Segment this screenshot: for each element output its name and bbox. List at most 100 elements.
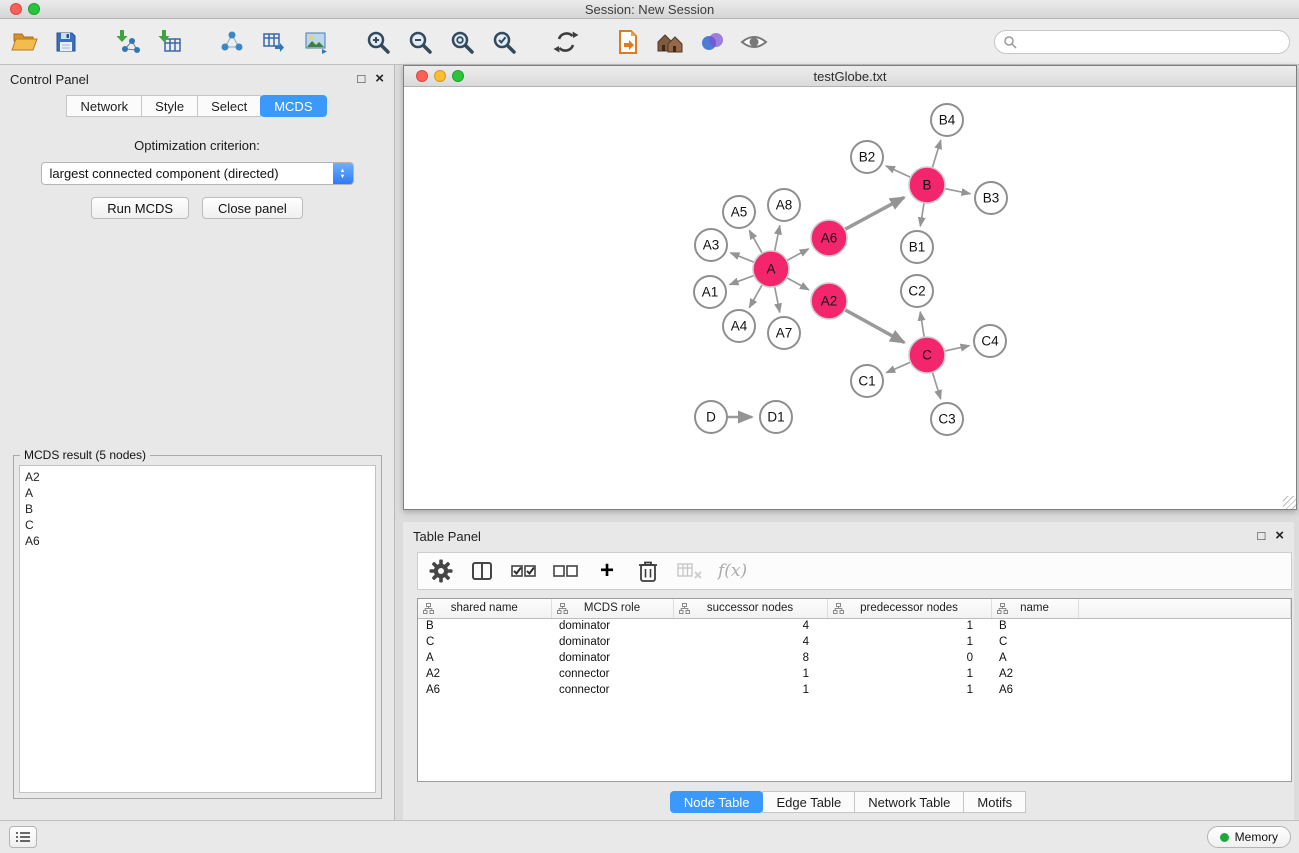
zoom-traffic-light[interactable] (28, 3, 40, 15)
graph-node-A[interactable]: A (753, 251, 789, 287)
function-builder-icon[interactable]: f(x) (718, 556, 747, 586)
graph-edge-A2-C[interactable] (845, 310, 904, 343)
table-cell[interactable]: dominator (551, 650, 673, 666)
mcds-result-item[interactable]: B (20, 501, 375, 517)
table-cell[interactable]: 4 (673, 618, 827, 634)
graph-node-B1[interactable]: B1 (901, 231, 933, 263)
graph-edge-B-B1[interactable] (920, 203, 924, 227)
table-cell[interactable]: 1 (827, 634, 991, 650)
save-icon[interactable] (48, 22, 84, 62)
mcds-result-item[interactable]: A6 (20, 533, 375, 549)
graph-node-A6[interactable]: A6 (811, 220, 847, 256)
table-cell[interactable]: dominator (551, 634, 673, 650)
graph-edge-B-B2[interactable] (886, 166, 911, 178)
graph-edge-C-C4[interactable] (945, 346, 970, 352)
table-cell[interactable]: 1 (827, 666, 991, 682)
table-cell[interactable]: A2 (418, 666, 551, 682)
table-cell[interactable]: connector (551, 682, 673, 698)
graph-edge-B-B3[interactable] (945, 189, 971, 194)
tab-motifs[interactable]: Motifs (963, 791, 1026, 813)
float-panel-icon[interactable]: □ (357, 73, 365, 85)
graph-node-C1[interactable]: C1 (851, 365, 883, 397)
search-field[interactable] (994, 30, 1290, 54)
close-panel-icon[interactable]: × (375, 73, 384, 85)
column-header-mcds-role[interactable]: MCDS role (551, 599, 673, 618)
export-network-icon[interactable] (214, 22, 250, 62)
zoom-selected-icon[interactable] (486, 22, 522, 62)
mcds-result-list[interactable]: A2ABCA6 (19, 465, 376, 793)
graph-node-A5[interactable]: A5 (723, 196, 755, 228)
tab-edge-table[interactable]: Edge Table (762, 791, 855, 813)
zoom-in-icon[interactable] (360, 22, 396, 62)
graph-node-C[interactable]: C (909, 337, 945, 373)
optimization-criterion-select[interactable]: largest connected component (directed) ▲… (41, 162, 354, 185)
document-export-icon[interactable] (610, 22, 646, 62)
table-cell[interactable]: connector (551, 666, 673, 682)
graph-edge-A-A7[interactable] (775, 287, 780, 313)
refresh-icon[interactable] (548, 22, 584, 62)
close-table-panel-icon[interactable]: × (1275, 530, 1284, 542)
table-row[interactable]: Bdominator41B (418, 618, 1291, 634)
table-cell[interactable]: C (418, 634, 551, 650)
graph-edge-A-A2[interactable] (787, 278, 809, 290)
column-header-predecessor-nodes[interactable]: predecessor nodes (827, 599, 991, 618)
graph-edge-C-C3[interactable] (932, 372, 940, 399)
export-image-icon[interactable] (298, 22, 334, 62)
table-cell[interactable]: A (418, 650, 551, 666)
tab-network-table[interactable]: Network Table (854, 791, 964, 813)
delete-column-icon[interactable] (635, 556, 661, 586)
network-minimize-traffic-light[interactable] (434, 70, 446, 82)
graph-node-A8[interactable]: A8 (768, 189, 800, 221)
graph-edge-A-A8[interactable] (775, 226, 780, 252)
delete-table-icon[interactable] (676, 556, 703, 586)
tab-node-table[interactable]: Node Table (670, 791, 764, 813)
import-table-icon[interactable] (152, 22, 188, 62)
overlap-circles-icon[interactable] (694, 22, 730, 62)
close-panel-button[interactable]: Close panel (202, 197, 303, 219)
mcds-result-item[interactable]: A (20, 485, 375, 501)
tab-style[interactable]: Style (141, 95, 198, 117)
graph-node-B4[interactable]: B4 (931, 104, 963, 136)
graph-edge-A-A1[interactable] (730, 275, 755, 284)
graph-edge-A-A6[interactable] (787, 249, 809, 261)
graph-node-C4[interactable]: C4 (974, 325, 1006, 357)
tab-network[interactable]: Network (66, 95, 142, 117)
window-resize-grip[interactable] (1283, 496, 1296, 509)
table-cell[interactable]: A6 (991, 682, 1078, 698)
table-cell[interactable]: 8 (673, 650, 827, 666)
columns-icon[interactable] (469, 556, 495, 586)
table-cell[interactable]: B (418, 618, 551, 634)
float-table-panel-icon[interactable]: □ (1257, 530, 1265, 542)
table-cell[interactable]: 0 (827, 650, 991, 666)
gear-icon[interactable] (428, 556, 454, 586)
graph-edge-A-A5[interactable] (749, 230, 762, 253)
export-table-icon[interactable] (256, 22, 292, 62)
graph-edge-B-B4[interactable] (932, 140, 941, 168)
table-cell[interactable]: B (991, 618, 1078, 634)
import-network-icon[interactable] (110, 22, 146, 62)
table-row[interactable]: A6connector11A6 (418, 682, 1291, 698)
mcds-result-item[interactable]: C (20, 517, 375, 533)
graph-edge-A6-B[interactable] (845, 197, 904, 229)
table-cell[interactable]: 1 (673, 666, 827, 682)
graph-node-A1[interactable]: A1 (694, 276, 726, 308)
graph-node-D1[interactable]: D1 (760, 401, 792, 433)
graph-node-B3[interactable]: B3 (975, 182, 1007, 214)
tab-mcds[interactable]: MCDS (260, 95, 326, 117)
table-row[interactable]: Cdominator41C (418, 634, 1291, 650)
table-cell[interactable]: 1 (673, 682, 827, 698)
graph-node-B2[interactable]: B2 (851, 141, 883, 173)
graph-node-C2[interactable]: C2 (901, 275, 933, 307)
add-column-icon[interactable]: + (594, 556, 620, 586)
run-mcds-button[interactable]: Run MCDS (91, 197, 189, 219)
table-cell[interactable]: A (991, 650, 1078, 666)
graph-edge-C-C2[interactable] (920, 312, 924, 338)
table-cell[interactable]: C (991, 634, 1078, 650)
graph-node-A3[interactable]: A3 (695, 229, 727, 261)
table-cell[interactable]: 1 (827, 618, 991, 634)
close-traffic-light[interactable] (10, 3, 22, 15)
show-panels-button[interactable] (9, 826, 37, 848)
graph-node-A2[interactable]: A2 (811, 283, 847, 319)
column-header-name[interactable]: name (991, 599, 1078, 618)
table-cell[interactable]: A6 (418, 682, 551, 698)
